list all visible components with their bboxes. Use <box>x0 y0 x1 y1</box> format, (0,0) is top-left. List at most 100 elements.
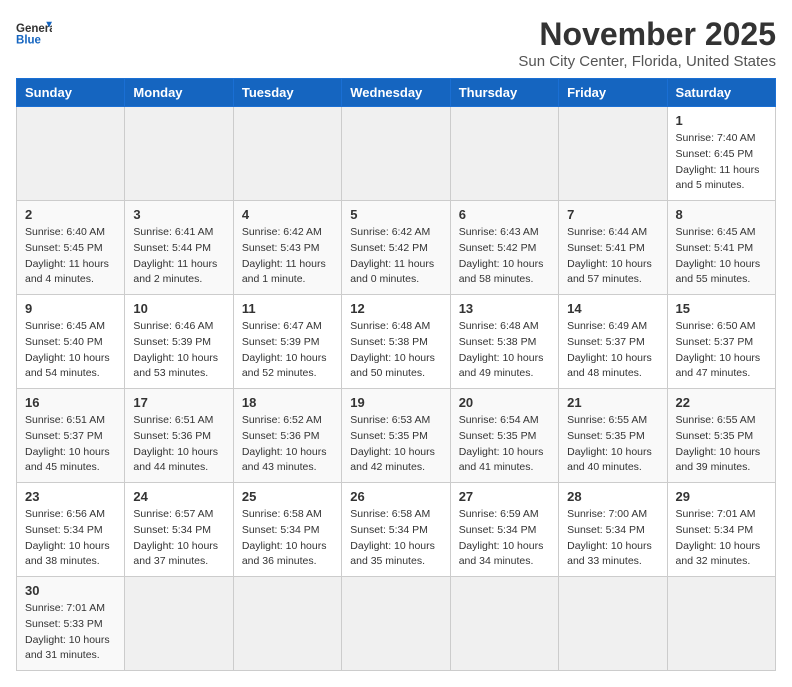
day-info: Sunrise: 6:44 AM Sunset: 5:41 PM Dayligh… <box>567 225 658 288</box>
day-number: 15 <box>676 301 767 316</box>
calendar-week-row: 9 Sunrise: 6:45 AM Sunset: 5:40 PM Daylig… <box>17 295 776 389</box>
day-info: Sunrise: 6:58 AM Sunset: 5:34 PM Dayligh… <box>242 507 333 570</box>
day-number: 9 <box>25 301 116 316</box>
day-number: 19 <box>350 395 441 410</box>
calendar-cell <box>125 107 233 201</box>
day-info: Sunrise: 6:55 AM Sunset: 5:35 PM Dayligh… <box>676 413 767 476</box>
calendar-cell: 11 Sunrise: 6:47 AM Sunset: 5:39 PM Dayli… <box>233 295 341 389</box>
day-info: Sunrise: 6:46 AM Sunset: 5:39 PM Dayligh… <box>133 319 224 382</box>
calendar-cell: 30 Sunrise: 7:01 AM Sunset: 5:33 PM Dayli… <box>17 577 125 671</box>
calendar-week-row: 30 Sunrise: 7:01 AM Sunset: 5:33 PM Dayli… <box>17 577 776 671</box>
calendar-cell: 18 Sunrise: 6:52 AM Sunset: 5:36 PM Dayli… <box>233 389 341 483</box>
weekday-header-sunday: Sunday <box>17 79 125 107</box>
calendar-cell: 3 Sunrise: 6:41 AM Sunset: 5:44 PM Daylig… <box>125 201 233 295</box>
calendar-cell <box>450 107 558 201</box>
weekday-header-thursday: Thursday <box>450 79 558 107</box>
day-number: 25 <box>242 489 333 504</box>
calendar-cell: 28Sunrise: 7:00 AM Sunset: 5:34 PM Dayli… <box>559 483 667 577</box>
calendar-cell <box>125 577 233 671</box>
calendar-cell: 15 Sunrise: 6:50 AM Sunset: 5:37 PM Dayli… <box>667 295 775 389</box>
calendar-week-row: 2Sunrise: 6:40 AM Sunset: 5:45 PM Daylig… <box>17 201 776 295</box>
day-number: 30 <box>25 583 116 598</box>
calendar-cell: 16 Sunrise: 6:51 AM Sunset: 5:37 PM Dayli… <box>17 389 125 483</box>
day-number: 29 <box>676 489 767 504</box>
day-number: 13 <box>459 301 550 316</box>
calendar-cell <box>667 577 775 671</box>
day-info: Sunrise: 6:56 AM Sunset: 5:34 PM Dayligh… <box>25 507 116 570</box>
day-number: 12 <box>350 301 441 316</box>
calendar-cell: 2Sunrise: 6:40 AM Sunset: 5:45 PM Daylig… <box>17 201 125 295</box>
calendar-cell: 22 Sunrise: 6:55 AM Sunset: 5:35 PM Dayli… <box>667 389 775 483</box>
calendar-cell: 4Sunrise: 6:42 AM Sunset: 5:43 PM Daylig… <box>233 201 341 295</box>
day-number: 26 <box>350 489 441 504</box>
calendar-cell: 7 Sunrise: 6:44 AM Sunset: 5:41 PM Daylig… <box>559 201 667 295</box>
day-number: 8 <box>676 207 767 222</box>
day-info: Sunrise: 6:57 AM Sunset: 5:34 PM Dayligh… <box>133 507 224 570</box>
day-info: Sunrise: 7:01 AM Sunset: 5:34 PM Dayligh… <box>676 507 767 570</box>
calendar-cell: 1 Sunrise: 7:40 AM Sunset: 6:45 PM Daylig… <box>667 107 775 201</box>
day-number: 22 <box>676 395 767 410</box>
calendar-cell <box>233 577 341 671</box>
calendar-cell: 20Sunrise: 6:54 AM Sunset: 5:35 PM Dayli… <box>450 389 558 483</box>
calendar-cell <box>342 577 450 671</box>
day-info: Sunrise: 6:42 AM Sunset: 5:42 PM Dayligh… <box>350 225 441 288</box>
day-info: Sunrise: 7:01 AM Sunset: 5:33 PM Dayligh… <box>25 601 116 664</box>
day-info: Sunrise: 6:55 AM Sunset: 5:35 PM Dayligh… <box>567 413 658 476</box>
day-info: Sunrise: 6:58 AM Sunset: 5:34 PM Dayligh… <box>350 507 441 570</box>
day-info: Sunrise: 6:43 AM Sunset: 5:42 PM Dayligh… <box>459 225 550 288</box>
weekday-header-wednesday: Wednesday <box>342 79 450 107</box>
calendar-cell: 21 Sunrise: 6:55 AM Sunset: 5:35 PM Dayli… <box>559 389 667 483</box>
day-info: Sunrise: 6:42 AM Sunset: 5:43 PM Dayligh… <box>242 225 333 288</box>
calendar-cell: 14 Sunrise: 6:49 AM Sunset: 5:37 PM Dayli… <box>559 295 667 389</box>
day-info: Sunrise: 7:00 AM Sunset: 5:34 PM Dayligh… <box>567 507 658 570</box>
day-info: Sunrise: 6:45 AM Sunset: 5:40 PM Dayligh… <box>25 319 116 382</box>
calendar-cell <box>450 577 558 671</box>
calendar-cell: 29 Sunrise: 7:01 AM Sunset: 5:34 PM Dayli… <box>667 483 775 577</box>
calendar-cell <box>342 107 450 201</box>
calendar-cell: 19 Sunrise: 6:53 AM Sunset: 5:35 PM Dayli… <box>342 389 450 483</box>
day-number: 27 <box>459 489 550 504</box>
calendar-cell <box>233 107 341 201</box>
day-info: Sunrise: 6:41 AM Sunset: 5:44 PM Dayligh… <box>133 225 224 288</box>
calendar-cell: 17 Sunrise: 6:51 AM Sunset: 5:36 PM Dayli… <box>125 389 233 483</box>
day-number: 7 <box>567 207 658 222</box>
calendar-cell: 5Sunrise: 6:42 AM Sunset: 5:42 PM Daylig… <box>342 201 450 295</box>
day-info: Sunrise: 6:45 AM Sunset: 5:41 PM Dayligh… <box>676 225 767 288</box>
day-number: 18 <box>242 395 333 410</box>
location-subtitle: Sun City Center, Florida, United States <box>518 53 776 70</box>
calendar-cell <box>559 107 667 201</box>
calendar-cell <box>17 107 125 201</box>
day-info: Sunrise: 7:40 AM Sunset: 6:45 PM Dayligh… <box>676 131 767 194</box>
calendar-cell: 12 Sunrise: 6:48 AM Sunset: 5:38 PM Dayli… <box>342 295 450 389</box>
weekday-header-saturday: Saturday <box>667 79 775 107</box>
calendar-cell: 25 Sunrise: 6:58 AM Sunset: 5:34 PM Dayli… <box>233 483 341 577</box>
month-year-title: November 2025 <box>518 16 776 53</box>
day-info: Sunrise: 6:50 AM Sunset: 5:37 PM Dayligh… <box>676 319 767 382</box>
calendar-cell: 27Sunrise: 6:59 AM Sunset: 5:34 PM Dayli… <box>450 483 558 577</box>
calendar-week-row: 16 Sunrise: 6:51 AM Sunset: 5:37 PM Dayli… <box>17 389 776 483</box>
calendar-week-row: 23 Sunrise: 6:56 AM Sunset: 5:34 PM Dayli… <box>17 483 776 577</box>
day-number: 20 <box>459 395 550 410</box>
day-number: 17 <box>133 395 224 410</box>
calendar-cell: 9 Sunrise: 6:45 AM Sunset: 5:40 PM Daylig… <box>17 295 125 389</box>
day-number: 6 <box>459 207 550 222</box>
day-number: 14 <box>567 301 658 316</box>
day-number: 23 <box>25 489 116 504</box>
calendar-cell: 26 Sunrise: 6:58 AM Sunset: 5:34 PM Dayli… <box>342 483 450 577</box>
day-number: 16 <box>25 395 116 410</box>
day-info: Sunrise: 6:48 AM Sunset: 5:38 PM Dayligh… <box>350 319 441 382</box>
weekday-header-friday: Friday <box>559 79 667 107</box>
day-info: Sunrise: 6:53 AM Sunset: 5:35 PM Dayligh… <box>350 413 441 476</box>
day-number: 21 <box>567 395 658 410</box>
day-info: Sunrise: 6:49 AM Sunset: 5:37 PM Dayligh… <box>567 319 658 382</box>
day-info: Sunrise: 6:47 AM Sunset: 5:39 PM Dayligh… <box>242 319 333 382</box>
calendar-cell: 13Sunrise: 6:48 AM Sunset: 5:38 PM Dayli… <box>450 295 558 389</box>
day-info: Sunrise: 6:51 AM Sunset: 5:36 PM Dayligh… <box>133 413 224 476</box>
calendar-cell <box>559 577 667 671</box>
day-number: 10 <box>133 301 224 316</box>
day-number: 3 <box>133 207 224 222</box>
day-info: Sunrise: 6:52 AM Sunset: 5:36 PM Dayligh… <box>242 413 333 476</box>
day-number: 1 <box>676 113 767 128</box>
day-number: 11 <box>242 301 333 316</box>
day-info: Sunrise: 6:51 AM Sunset: 5:37 PM Dayligh… <box>25 413 116 476</box>
